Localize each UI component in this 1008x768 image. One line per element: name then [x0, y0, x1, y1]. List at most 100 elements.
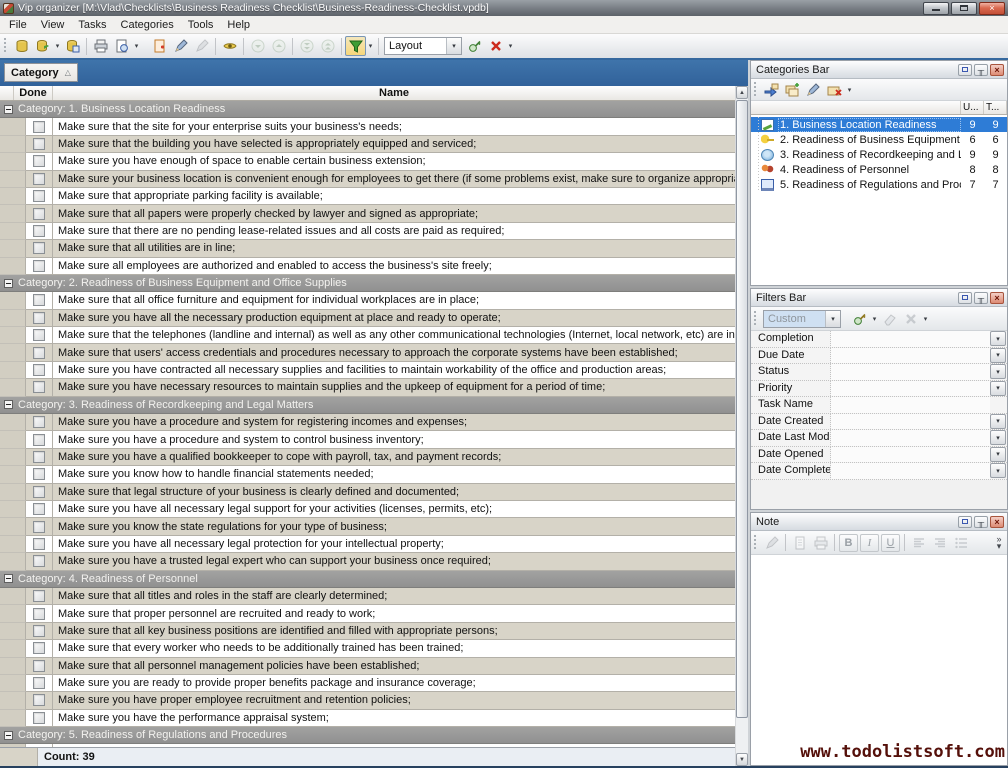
toolbar-grip[interactable]: [753, 311, 758, 327]
task-row[interactable]: Make sure that users' access credentials…: [0, 344, 735, 361]
filters-toolbar-dropdown[interactable]: ▾: [921, 309, 930, 329]
done-cell[interactable]: [26, 136, 53, 153]
done-checkbox[interactable]: [33, 521, 45, 533]
move-to-category-button[interactable]: [761, 80, 782, 100]
task-name[interactable]: Make sure that all titles and roles in t…: [53, 588, 735, 605]
task-name[interactable]: Make sure you have necessary resources t…: [53, 379, 735, 396]
category-group-row[interactable]: Category: 3. Readiness of Recordkeeping …: [0, 397, 735, 414]
task-row[interactable]: Make sure that the building you have sel…: [0, 136, 735, 153]
filter-value-field[interactable]: [831, 447, 990, 463]
done-checkbox[interactable]: [33, 434, 45, 446]
filter-value-field[interactable]: [831, 463, 990, 479]
task-row[interactable]: Make sure all employees are authorized a…: [0, 258, 735, 275]
remove-filter-button[interactable]: [900, 309, 921, 329]
task-name[interactable]: Make sure that users' access credentials…: [53, 344, 735, 361]
note-toolbar-overflow[interactable]: » ▾: [993, 536, 1007, 550]
delete-category-button[interactable]: [824, 80, 845, 100]
done-cell[interactable]: [26, 292, 53, 309]
panel-close-button[interactable]: ×: [990, 64, 1004, 76]
done-cell[interactable]: [26, 171, 53, 188]
task-row[interactable]: Make sure that appropriate parking facil…: [0, 188, 735, 205]
done-checkbox[interactable]: [33, 538, 45, 550]
done-cell[interactable]: [26, 153, 53, 170]
done-cell[interactable]: [26, 344, 53, 361]
category-group-row[interactable]: Category: 5. Readiness of Regulations an…: [0, 727, 735, 744]
save-filter-button[interactable]: [849, 309, 870, 329]
scroll-up-icon[interactable]: ▲: [736, 86, 748, 99]
open-database-dropdown[interactable]: ▾: [53, 36, 62, 56]
clear-filter-button[interactable]: [879, 309, 900, 329]
done-cell[interactable]: [26, 536, 53, 553]
task-name[interactable]: Make sure you have a procedure and syste…: [53, 431, 735, 448]
done-checkbox[interactable]: [33, 312, 45, 324]
task-row[interactable]: Make sure you have all necessary legal s…: [0, 501, 735, 518]
filter-value-field[interactable]: [831, 397, 990, 413]
column-header-done[interactable]: Done: [14, 86, 53, 100]
done-cell[interactable]: [26, 466, 53, 483]
task-name[interactable]: Make sure you have a procedure and syste…: [53, 414, 735, 431]
filter-button[interactable]: [345, 36, 366, 56]
scrollbar-thumb[interactable]: [736, 100, 748, 718]
panel-pin-button[interactable]: ╥: [974, 64, 988, 76]
panel-expand-button[interactable]: [958, 292, 972, 304]
done-checkbox[interactable]: [33, 660, 45, 672]
task-row[interactable]: Make sure you have the performance appra…: [0, 710, 735, 727]
toolbar-grip[interactable]: [753, 82, 758, 98]
filter-value-field[interactable]: [831, 331, 990, 347]
print-button[interactable]: [90, 36, 111, 56]
note-preview-button[interactable]: [789, 533, 810, 553]
done-checkbox[interactable]: [33, 242, 45, 254]
task-name[interactable]: Make sure that proper personnel are recr…: [53, 605, 735, 622]
filter-value-field[interactable]: [831, 348, 990, 364]
task-row[interactable]: Make sure your business location is conv…: [0, 171, 735, 188]
done-checkbox[interactable]: [33, 364, 45, 376]
note-content[interactable]: [751, 555, 1007, 765]
category-group-row[interactable]: Category: 4. Readiness of Personnel: [0, 571, 735, 588]
done-checkbox[interactable]: [33, 712, 45, 724]
category-list-item[interactable]: 1. Business Location Readiness 9 9: [751, 117, 1007, 132]
done-cell[interactable]: [26, 605, 53, 622]
task-name[interactable]: Make sure you know the state regulations…: [53, 518, 735, 535]
category-group-row[interactable]: Category: 1. Business Location Readiness: [0, 101, 735, 118]
layout-combo-dropdown[interactable]: ▾: [446, 38, 461, 54]
collapse-icon[interactable]: [4, 731, 13, 740]
total-column-header[interactable]: T...: [984, 101, 1007, 114]
new-category-button[interactable]: [782, 80, 803, 100]
move-top-button[interactable]: [317, 36, 338, 56]
done-checkbox[interactable]: [33, 294, 45, 306]
toolbar-grip[interactable]: [753, 535, 758, 551]
task-name[interactable]: Make sure you have the performance appra…: [53, 710, 735, 727]
done-checkbox[interactable]: [33, 451, 45, 463]
done-cell[interactable]: [26, 379, 53, 396]
panel-close-button[interactable]: ×: [990, 292, 1004, 304]
task-name[interactable]: Make sure you have a qualified bookkeepe…: [53, 449, 735, 466]
collapse-icon[interactable]: [4, 279, 13, 288]
delete-layout-button[interactable]: [485, 36, 506, 56]
done-cell[interactable]: [26, 327, 53, 344]
done-cell[interactable]: [26, 258, 53, 275]
done-cell[interactable]: [26, 588, 53, 605]
table-scrollbar[interactable]: ▲ ▼: [735, 86, 748, 766]
task-name[interactable]: Make sure that all key business position…: [53, 623, 735, 640]
done-cell[interactable]: [26, 414, 53, 431]
task-row[interactable]: Make sure you know the state regulations…: [0, 518, 735, 535]
task-row[interactable]: Make sure that all personnel management …: [0, 658, 735, 675]
done-checkbox[interactable]: [33, 208, 45, 220]
done-checkbox[interactable]: [33, 642, 45, 654]
task-row[interactable]: Make sure that the site for your enterpr…: [0, 118, 735, 135]
collapse-icon[interactable]: [4, 574, 13, 583]
menu-item-tasks[interactable]: Tasks: [71, 18, 113, 32]
menu-item-categories[interactable]: Categories: [114, 18, 181, 32]
filter-dropdown-button[interactable]: ▾: [990, 463, 1006, 478]
task-row[interactable]: Make sure you have necessary resources t…: [0, 379, 735, 396]
done-cell[interactable]: [26, 449, 53, 466]
print-preview-button[interactable]: [111, 36, 132, 56]
task-row[interactable]: Make sure you have all necessary legal p…: [0, 536, 735, 553]
task-name[interactable]: Make sure that the building you have sel…: [53, 136, 735, 153]
filter-dropdown-button[interactable]: ▾: [990, 414, 1006, 429]
done-cell[interactable]: [26, 118, 53, 135]
bold-button[interactable]: B: [839, 534, 858, 552]
done-checkbox[interactable]: [33, 138, 45, 150]
panel-expand-button[interactable]: [958, 64, 972, 76]
scroll-down-icon[interactable]: ▼: [736, 753, 748, 766]
